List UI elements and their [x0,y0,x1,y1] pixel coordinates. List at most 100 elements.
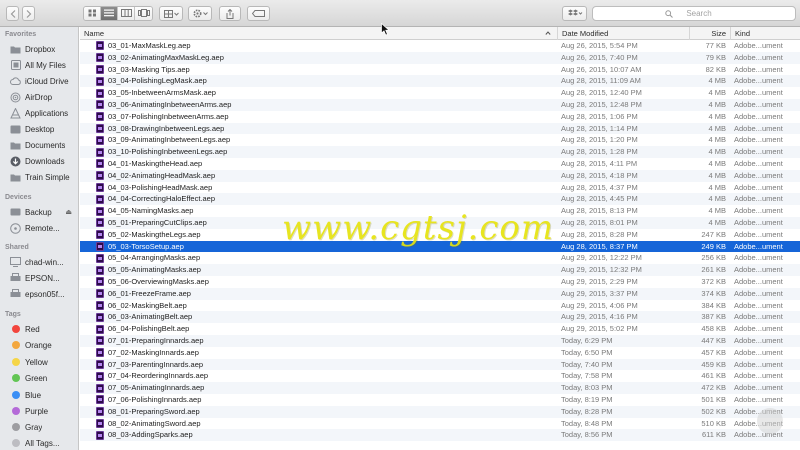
file-row[interactable]: 06_03-AnimatingBelt.aep Aug 29, 2015, 4:1… [80,311,800,324]
file-row[interactable]: 05_04-ArrangingMasks.aep Aug 29, 2015, 12… [80,252,800,264]
sidebar-item-label: Blue [25,390,42,400]
sidebar-item-label: All Tags... [25,438,60,448]
file-name: 05_01-PreparingCutClips.aep [108,217,207,227]
sidebar-tag-orange[interactable]: Orange [0,337,78,353]
sidebar-item-all-my-files[interactable]: All My Files [0,57,78,73]
file-row[interactable]: 04_02-AnimatingHeadMask.aep Aug 28, 2015,… [80,169,800,182]
aep-file-icon [96,383,104,393]
share-button[interactable] [219,6,241,21]
sidebar-item-desktop[interactable]: Desktop [0,121,78,137]
file-date-modified: Aug 29, 2015, 2:29 PM [561,276,638,286]
file-row[interactable]: 06_04-PolishingBelt.aep Aug 29, 2015, 5:0… [80,323,800,335]
cover-flow-view-button[interactable] [135,7,152,20]
arrange-button[interactable] [159,6,183,21]
icon-view-button[interactable] [84,7,101,20]
search-field[interactable] [592,6,796,21]
tag-icon [252,10,265,17]
file-kind: Adobe...ument [734,99,783,109]
sidebar-item-dropbox[interactable]: Dropbox [0,41,78,57]
file-row[interactable]: 03_01-MaxMaskLeg.aep Aug 26, 2015, 5:54 P… [80,40,800,52]
file-row[interactable]: 08_01-PreparingSword.aep Today, 8:28 PM 50… [80,405,800,418]
file-kind: Adobe...ument [734,123,783,133]
file-row[interactable]: 04_03-PolishingHeadMask.aep Aug 28, 2015,… [80,182,800,194]
file-kind: Adobe...ument [734,324,783,334]
list-view-icon [104,9,114,19]
file-date-modified: Aug 28, 2015, 1:28 PM [561,147,638,157]
file-size: 4 MB [708,76,726,86]
sidebar-item-airdrop[interactable]: AirDrop [0,89,78,105]
file-row[interactable]: 07_06-PolishingInnards.aep Today, 8:19 PM… [80,394,800,406]
dropbox-button[interactable] [562,6,587,21]
file-row[interactable]: 07_03-ParentingInnards.aep Today, 7:40 PM… [80,358,800,371]
sidebar-item-documents[interactable]: Documents [0,137,78,153]
file-kind: Adobe...ument [734,135,783,145]
sidebar-item-label: Train Simple [25,172,70,182]
sidebar-item-backup[interactable]: Backup ⏏ [0,204,78,220]
file-row[interactable]: 05_05-AnimatingMasks.aep Aug 29, 2015, 12… [80,264,800,276]
sidebar-tag-blue[interactable]: Blue [0,387,78,403]
file-row[interactable]: 06_01-FreezeFrame.aep Aug 29, 2015, 3:37 … [80,287,800,300]
file-date-modified: Aug 26, 2015, 10:07 AM [561,64,642,74]
file-row[interactable]: 03_09-AnimatingInbetweenLegs.aep Aug 28, … [80,134,800,146]
sidebar-item-remote[interactable]: Remote... [0,220,78,236]
file-row[interactable]: 08_03-AddingSparks.aep Today, 8:56 PM 611 … [80,429,800,442]
column-header-size[interactable]: Size [689,27,730,40]
action-button[interactable] [188,6,212,21]
file-date-modified: Today, 8:28 PM [561,406,613,416]
column-header-date-modified[interactable]: Date Modified [557,27,689,40]
file-row[interactable]: 07_05-AnimatingInnards.aep Today, 8:03 PM… [80,382,800,394]
file-row[interactable]: 05_06-OverviewingMasks.aep Aug 29, 2015, … [80,276,800,288]
file-row[interactable]: 03_02-AnimatingMaxMaskLeg.aep Aug 26, 201… [80,51,800,64]
sidebar-tag-all-tags[interactable]: All Tags... [0,435,78,450]
sidebar-tag-green[interactable]: Green [0,370,78,386]
sidebar-tag-purple[interactable]: Purple [0,403,78,419]
column-header-kind[interactable]: Kind [730,27,800,40]
file-row[interactable]: 07_04-ReorderingInnards.aep Today, 7:58 P… [80,370,800,382]
all-files-icon [10,60,21,71]
back-button[interactable] [6,6,19,21]
file-name: 03_04-PolishingLegMask.aep [108,76,207,86]
file-row[interactable]: 04_04-CorrectingHaloEffect.aep Aug 28, 20… [80,193,800,206]
file-row[interactable]: 03_07-PolishingInbetweenArms.aep Aug 28, … [80,111,800,123]
file-size: 501 KB [701,394,726,404]
file-kind: Adobe...ument [734,359,783,369]
sidebar-item-epson[interactable]: EPSON... [0,270,78,286]
sidebar-tag-gray[interactable]: Gray [0,419,78,435]
sidebar-item-label: Gray [25,422,43,432]
desktop-icon [10,124,21,135]
file-row[interactable]: 06_02-MaskingBelt.aep Aug 29, 2015, 4:06 … [80,300,800,312]
file-row[interactable]: 03_10-PolishingInbetweenLegs.aep Aug 28, … [80,146,800,158]
sidebar-item-label: AirDrop [25,92,53,102]
sidebar-item-label: Green [25,373,48,383]
file-kind: Adobe...ument [734,217,783,227]
sidebar-item-downloads[interactable]: Downloads [0,153,78,169]
forward-button[interactable] [22,6,35,21]
file-row[interactable]: 03_04-PolishingLegMask.aep Aug 28, 2015, … [80,75,800,88]
sidebar-item-chad-win[interactable]: chad-win... [0,254,78,270]
sidebar-item-epson05f[interactable]: epson05f... [0,286,78,302]
file-row[interactable]: 03_05-InbetweenArmsMask.aep Aug 28, 2015,… [80,87,800,99]
column-header-name[interactable]: Name [80,27,557,40]
sidebar-item-applications[interactable]: Applications [0,105,78,121]
file-row[interactable]: 07_01-PreparingInnards.aep Today, 6:29 PM… [80,334,800,347]
file-date-modified: Aug 28, 2015, 4:11 PM [561,158,638,168]
search-input[interactable] [593,7,795,20]
file-name: 07_01-PreparingInnards.aep [108,335,204,345]
sidebar-tag-red[interactable]: Red [0,321,78,337]
file-row[interactable]: 03_06-AnimatingInbetweenArms.aep Aug 28, … [80,98,800,111]
sidebar-tag-yellow[interactable]: Yellow [0,354,78,370]
file-row[interactable]: 07_02-MaskingInnards.aep Today, 6:50 PM 45… [80,347,800,359]
file-row[interactable]: 03_08-DrawingInbetweenLegs.aep Aug 28, 20… [80,122,800,135]
eject-icon[interactable]: ⏏ [65,208,72,216]
sidebar-item-train-simple[interactable]: Train Simple [0,169,78,185]
edit-tags-button[interactable] [247,6,270,21]
column-view-button[interactable] [118,7,135,20]
file-size: 4 MB [708,182,726,192]
file-row[interactable]: 08_02-AnimatingSword.aep Today, 8:48 PM 51… [80,418,800,430]
file-row[interactable]: 03_03-Masking Tips.aep Aug 26, 2015, 10:0… [80,64,800,76]
file-size: 387 KB [701,312,726,322]
sidebar-item-icloud-drive[interactable]: iCloud Drive [0,73,78,89]
share-icon [226,8,234,19]
list-view-button[interactable] [101,7,118,20]
file-row[interactable]: 04_01-MaskingtheHead.aep Aug 28, 2015, 4:… [80,158,800,170]
